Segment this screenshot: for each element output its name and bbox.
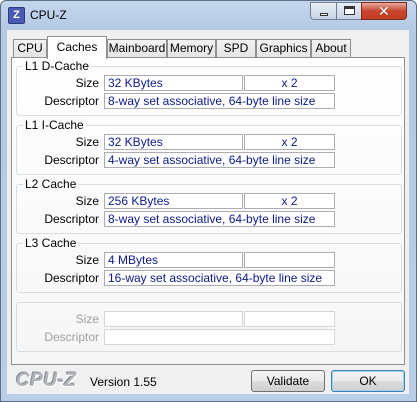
l2-count-field: x 2	[244, 193, 335, 209]
l1d-size-field: 32 KBytes	[104, 75, 243, 91]
version-label: Version 1.55	[90, 375, 157, 389]
descriptor-label: Descriptor	[44, 153, 99, 167]
l3-count-field	[244, 252, 335, 268]
window-title: CPU-Z	[30, 8, 67, 22]
minimize-button[interactable]	[310, 2, 337, 20]
group-title: L3 Cache	[23, 236, 79, 250]
tab-mainboard[interactable]: Mainboard	[107, 39, 167, 58]
size-label: Size	[75, 312, 99, 326]
tab-graphics[interactable]: Graphics	[256, 39, 311, 58]
l1d-descriptor-field: 8-way set associative, 64-byte line size	[104, 93, 335, 109]
minimize-icon	[320, 13, 328, 16]
descriptor-label: Descriptor	[44, 94, 99, 108]
group-title: L2 Cache	[23, 177, 79, 191]
title-bar[interactable]: Z CPU-Z ✕	[1, 1, 416, 29]
footer-bar: CPU-Z Version 1.55 Validate OK	[7, 368, 409, 394]
empty-cache-group: Size Descriptor	[16, 302, 402, 352]
maximize-icon	[344, 6, 355, 15]
size-label: Size	[75, 135, 99, 149]
l1d-count-field: x 2	[244, 75, 335, 91]
l1i-size-field: 32 KBytes	[104, 134, 243, 150]
l1d-cache-group: L1 D-Cache Size 32 KBytes x 2 Descriptor…	[16, 59, 402, 116]
empty-descriptor-field	[104, 329, 335, 345]
maximize-button[interactable]	[336, 2, 362, 20]
l2-size-field: 256 KBytes	[104, 193, 243, 209]
client-area: CPU Caches Mainboard Memory SPD Graphics…	[7, 30, 409, 394]
empty-count-field	[244, 311, 335, 327]
tab-cpu[interactable]: CPU	[13, 39, 47, 58]
tab-caches[interactable]: Caches	[47, 36, 107, 59]
caches-panel: L1 D-Cache Size 32 KBytes x 2 Descriptor…	[11, 57, 405, 365]
descriptor-label: Descriptor	[44, 330, 99, 344]
close-button[interactable]: ✕	[361, 2, 407, 20]
l1i-count-field: x 2	[244, 134, 335, 150]
tab-memory[interactable]: Memory	[167, 39, 216, 58]
size-label: Size	[75, 253, 99, 267]
cpuz-logo: CPU-Z	[16, 370, 77, 391]
ok-button[interactable]: OK	[331, 370, 405, 392]
app-window: Z CPU-Z ✕ CPU Caches Mainboard Memory SP…	[0, 0, 417, 402]
l3-size-field: 4 MBytes	[104, 252, 243, 268]
size-label: Size	[75, 76, 99, 90]
tab-strip: CPU Caches Mainboard Memory SPD Graphics…	[11, 36, 407, 59]
group-title: L1 I-Cache	[23, 118, 86, 132]
descriptor-label: Descriptor	[44, 212, 99, 226]
l2-descriptor-field: 8-way set associative, 64-byte line size	[104, 211, 335, 227]
validate-button[interactable]: Validate	[251, 370, 325, 392]
l2-cache-group: L2 Cache Size 256 KBytes x 2 Descriptor …	[16, 177, 402, 234]
l1i-cache-group: L1 I-Cache Size 32 KBytes x 2 Descriptor…	[16, 118, 402, 175]
size-label: Size	[75, 194, 99, 208]
close-icon: ✕	[378, 3, 390, 19]
tab-spd[interactable]: SPD	[216, 39, 256, 58]
l1i-descriptor-field: 4-way set associative, 64-byte line size	[104, 152, 335, 168]
l3-descriptor-field: 16-way set associative, 64-byte line siz…	[104, 270, 335, 286]
descriptor-label: Descriptor	[44, 271, 99, 285]
cpuz-app-icon[interactable]: Z	[8, 7, 25, 24]
group-title: L1 D-Cache	[23, 59, 92, 73]
tab-about[interactable]: About	[311, 39, 351, 58]
l3-cache-group: L3 Cache Size 4 MBytes Descriptor 16-way…	[16, 236, 402, 293]
empty-size-field	[104, 311, 243, 327]
